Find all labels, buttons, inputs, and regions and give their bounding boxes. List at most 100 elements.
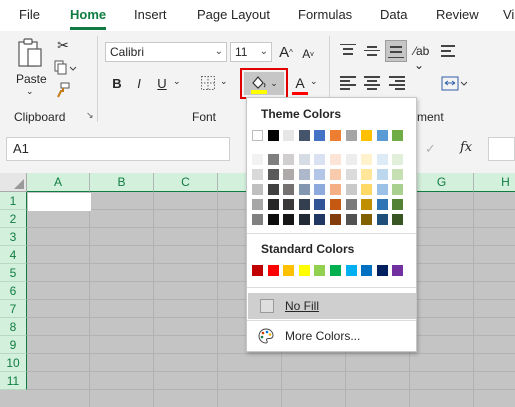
align-left-icon[interactable] [340,76,356,90]
theme-color-swatch[interactable] [267,130,279,141]
merge-center-icon[interactable] [441,76,469,92]
theme-shade-swatch[interactable] [345,199,357,210]
tab-file[interactable]: File [19,7,40,22]
borders-button[interactable] [198,73,218,93]
theme-shade-swatch[interactable] [330,214,341,225]
theme-shade-swatch[interactable] [330,154,341,165]
theme-shade-swatch[interactable] [298,169,310,180]
standard-color-swatch[interactable] [376,265,388,276]
font-name-select[interactable]: Calibri ⌄ [105,42,227,62]
tab-formulas[interactable]: Formulas [298,7,352,22]
name-box[interactable]: A1 [6,137,230,161]
underline-button[interactable]: U [153,73,171,93]
theme-shade-swatch[interactable] [392,214,404,225]
italic-button[interactable]: I [130,73,148,93]
theme-shade-swatch[interactable] [283,199,295,210]
row-header[interactable]: 5 [0,264,27,282]
theme-color-swatch[interactable] [376,130,388,141]
align-middle-icon[interactable] [364,44,380,58]
theme-color-swatch[interactable] [361,130,373,141]
theme-shade-swatch[interactable] [361,199,373,210]
row-header[interactable]: 6 [0,282,27,300]
tab-view[interactable]: Vi [503,7,514,22]
theme-shade-swatch[interactable] [392,199,404,210]
theme-shade-swatch[interactable] [283,154,295,165]
underline-chevron-icon[interactable]: ⌄ [173,76,181,87]
theme-shade-swatch[interactable] [252,214,263,225]
theme-color-swatch[interactable] [298,130,310,141]
theme-shade-swatch[interactable] [267,154,279,165]
theme-shade-swatch[interactable] [283,214,295,225]
font-color-button[interactable]: A [292,73,308,93]
tab-home[interactable]: Home [70,7,106,22]
decrease-font-size-button[interactable]: Av [298,44,318,64]
font-color-chevron-icon[interactable]: ⌄ [310,76,318,87]
tab-insert[interactable]: Insert [134,7,167,22]
row-header[interactable]: 2 [0,210,27,228]
theme-shade-swatch[interactable] [314,184,326,195]
align-right-icon[interactable] [389,76,405,90]
theme-shade-swatch[interactable] [267,214,279,225]
paste-chevron-icon[interactable]: ⌄ [26,86,34,97]
column-header[interactable]: G [410,173,474,192]
theme-shade-swatch[interactable] [314,169,326,180]
paste-button[interactable] [14,36,46,70]
theme-shade-swatch[interactable] [376,154,388,165]
no-fill-option[interactable]: No Fill [248,293,416,319]
row-header[interactable]: 8 [0,318,27,336]
theme-shade-swatch[interactable] [345,184,357,195]
theme-color-swatch[interactable] [252,130,263,141]
theme-shade-swatch[interactable] [392,154,404,165]
theme-shade-swatch[interactable] [345,214,357,225]
theme-shade-swatch[interactable] [267,184,279,195]
more-colors-option[interactable]: More Colors... [248,323,416,349]
theme-shade-swatch[interactable] [330,169,341,180]
theme-shade-swatch[interactable] [392,184,404,195]
standard-color-swatch[interactable] [252,265,263,276]
theme-shade-swatch[interactable] [267,169,279,180]
enter-check-icon[interactable]: ✓ [425,141,436,157]
column-header[interactable]: H [474,173,515,192]
theme-color-swatch[interactable] [345,130,357,141]
row-header[interactable]: 4 [0,246,27,264]
theme-shade-swatch[interactable] [298,199,310,210]
theme-shade-swatch[interactable] [330,199,341,210]
theme-shade-swatch[interactable] [376,214,388,225]
standard-color-swatch[interactable] [314,265,326,276]
row-header[interactable]: 1 [0,192,27,210]
standard-color-swatch[interactable] [267,265,279,276]
theme-shade-swatch[interactable] [314,154,326,165]
increase-font-size-button[interactable]: A ^ [276,42,296,62]
theme-shade-swatch[interactable] [298,184,310,195]
select-all-corner[interactable] [0,173,27,192]
standard-color-swatch[interactable] [283,265,295,276]
theme-shade-swatch[interactable] [376,169,388,180]
tab-data[interactable]: Data [380,7,407,22]
row-header[interactable]: 3 [0,228,27,246]
clipboard-dialog-launcher-icon[interactable]: ↘ [86,110,94,121]
standard-color-swatch[interactable] [298,265,310,276]
theme-shade-swatch[interactable] [330,184,341,195]
theme-shade-swatch[interactable] [376,199,388,210]
theme-shade-swatch[interactable] [376,184,388,195]
orientation-icon[interactable]: ⁄ab ⌄ [414,44,438,72]
bold-button[interactable]: B [108,73,126,93]
standard-color-swatch[interactable] [345,265,357,276]
formula-input[interactable] [488,137,515,161]
theme-shade-swatch[interactable] [252,169,263,180]
borders-chevron-icon[interactable]: ⌄ [220,76,228,87]
selected-cell-a1[interactable] [28,193,91,211]
theme-shade-swatch[interactable] [252,199,263,210]
theme-shade-swatch[interactable] [314,214,326,225]
column-header[interactable]: C [154,173,218,192]
theme-shade-swatch[interactable] [361,154,373,165]
row-header[interactable]: 11 [0,372,27,390]
tab-page-layout[interactable]: Page Layout [197,7,270,22]
row-header[interactable]: 10 [0,354,27,372]
theme-shade-swatch[interactable] [283,184,295,195]
theme-shade-swatch[interactable] [252,184,263,195]
align-top-icon[interactable] [340,44,356,58]
theme-shade-swatch[interactable] [361,169,373,180]
standard-color-swatch[interactable] [392,265,404,276]
standard-color-swatch[interactable] [330,265,341,276]
